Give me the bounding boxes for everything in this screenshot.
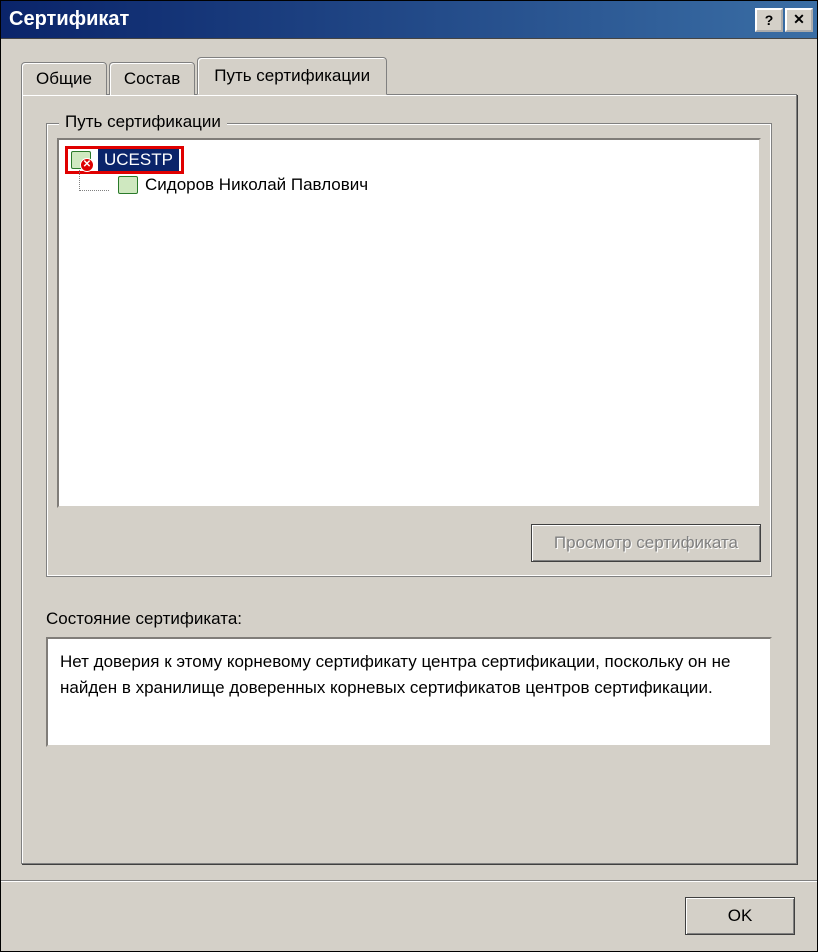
- view-certificate-button[interactable]: Просмотр сертификата: [531, 524, 761, 562]
- tab-content-path: Путь сертификации ✕ UCESTP: [21, 94, 797, 864]
- certificate-error-icon: ✕: [70, 150, 92, 170]
- window-title: Сертификат: [9, 8, 129, 31]
- cert-tree-child-item[interactable]: Сидоров Николай Павлович: [113, 174, 372, 196]
- cert-path-groupbox: Путь сертификации ✕ UCESTP: [46, 123, 772, 577]
- tab-details[interactable]: Состав: [109, 62, 195, 95]
- cert-path-tree[interactable]: ✕ UCESTP Сидоров Николай Павлович: [57, 138, 761, 508]
- cert-path-legend: Путь сертификации: [59, 112, 227, 132]
- dialog-footer: OK: [1, 880, 817, 951]
- client-area: Общие Состав Путь сертификации Путь серт…: [1, 39, 817, 880]
- cert-child-label: Сидоров Николай Павлович: [145, 175, 368, 195]
- cert-root-label: UCESTP: [98, 149, 179, 171]
- certificate-icon: [117, 175, 139, 195]
- cert-tree-root-item[interactable]: ✕ UCESTP: [65, 146, 184, 174]
- certificate-dialog: Сертификат ? ✕ Общие Состав Путь сертифи…: [0, 0, 818, 952]
- tab-general[interactable]: Общие: [21, 62, 107, 95]
- cert-tree-child-row: Сидоров Николай Павлович: [79, 174, 759, 196]
- cert-status-text: Нет доверия к этому корневому сертификат…: [46, 637, 772, 747]
- titlebar-buttons: ? ✕: [755, 8, 813, 32]
- view-cert-button-row: Просмотр сертификата: [57, 524, 761, 562]
- titlebar: Сертификат ? ✕: [1, 1, 817, 39]
- tab-cert-path[interactable]: Путь сертификации: [197, 57, 387, 95]
- ok-button[interactable]: OK: [685, 897, 795, 935]
- cert-status-label: Состояние сертификата:: [46, 609, 772, 629]
- tab-strip: Общие Состав Путь сертификации: [21, 57, 797, 94]
- help-button[interactable]: ?: [755, 8, 783, 32]
- close-button[interactable]: ✕: [785, 8, 813, 32]
